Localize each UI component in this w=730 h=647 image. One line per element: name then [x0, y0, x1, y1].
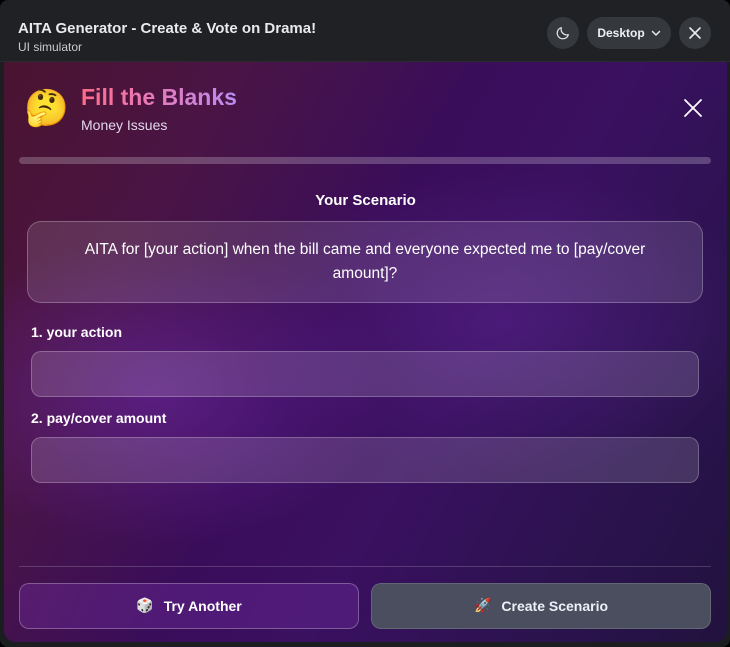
divider: [19, 566, 711, 567]
section-label: Your Scenario: [315, 192, 416, 209]
rocket-icon: 🚀: [473, 598, 492, 614]
try-another-label: Try Another: [163, 598, 242, 614]
moon-icon: [556, 27, 569, 40]
fill-blanks-modal: 🤔 Fill the Blanks Money Issues Your Scen…: [4, 62, 727, 642]
app-window: AITA Generator - Create & Vote on Drama!…: [0, 0, 730, 647]
close-icon: [689, 27, 701, 39]
close-icon: [684, 99, 702, 117]
create-scenario-button[interactable]: 🚀 Create Scenario: [371, 583, 711, 629]
try-another-button[interactable]: 🎲 Try Another: [19, 583, 359, 629]
scenario-preview: AITA for [your action] when the bill cam…: [27, 221, 703, 303]
dice-icon: 🎲: [136, 598, 154, 614]
view-mode-dropdown[interactable]: Desktop: [587, 17, 671, 49]
chevron-down-icon: [651, 30, 660, 36]
progress-bar: [19, 157, 711, 164]
window-subtitle: UI simulator: [18, 40, 83, 54]
view-mode-label: Desktop: [597, 26, 645, 40]
create-scenario-label: Create Scenario: [501, 598, 609, 614]
theme-toggle-button[interactable]: [547, 17, 579, 49]
window-close-button[interactable]: [679, 17, 711, 49]
modal-heading: Fill the Blanks: [81, 84, 237, 110]
category-label: Money Issues: [81, 117, 168, 133]
window-title: AITA Generator - Create & Vote on Drama!: [18, 20, 317, 37]
field-label-your-action: 1. your action: [31, 324, 123, 340]
pay-cover-amount-input[interactable]: [31, 437, 699, 483]
thinking-face-icon: 🤔: [24, 88, 69, 129]
title-bar: AITA Generator - Create & Vote on Drama!…: [0, 0, 730, 62]
field-label-pay-cover-amount: 2. pay/cover amount: [31, 410, 167, 426]
your-action-input[interactable]: [31, 351, 699, 397]
modal-close-button[interactable]: [680, 95, 706, 121]
